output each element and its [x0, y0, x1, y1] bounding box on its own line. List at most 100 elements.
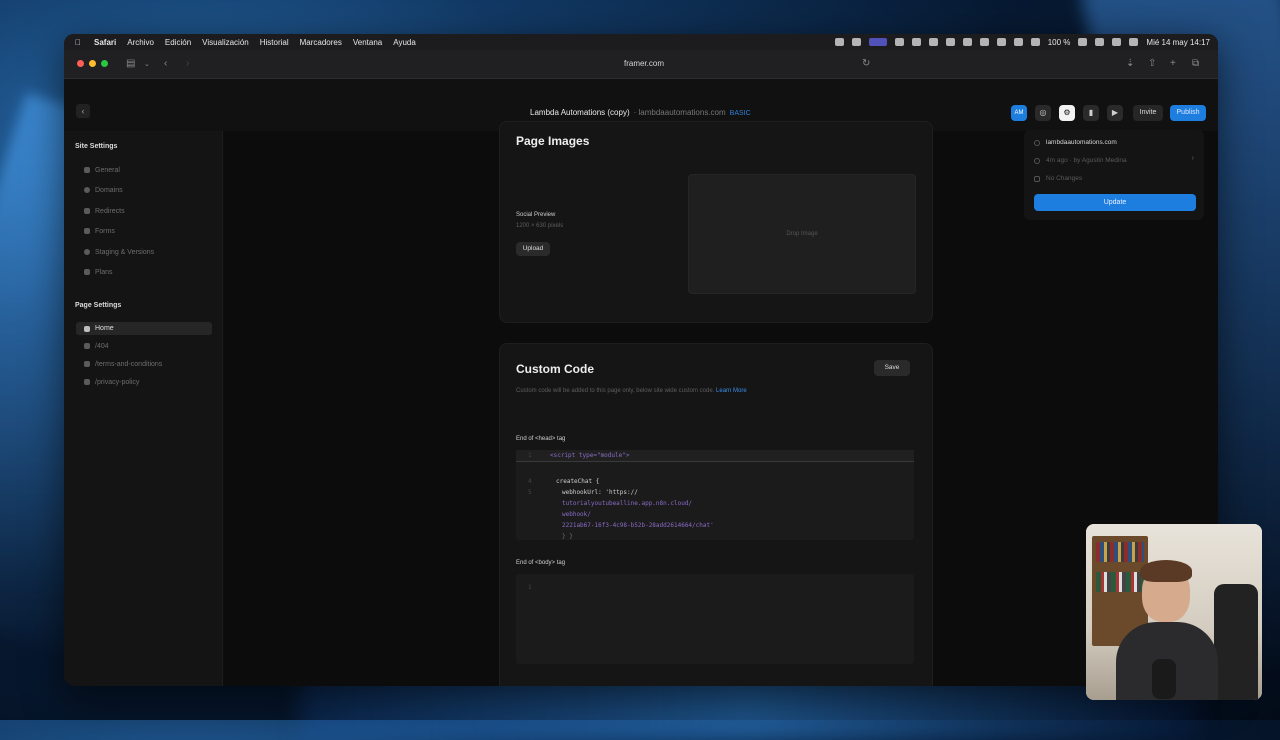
learn-more-link[interactable]: Learn More — [716, 388, 747, 394]
sidebar-item-domains[interactable]: Domains — [84, 184, 123, 196]
books — [1096, 542, 1144, 562]
upload-button[interactable]: Upload — [516, 242, 550, 256]
code-line: tutorialyoutubealline.app.n8n.cloud/ — [562, 500, 693, 507]
menu-ventana[interactable]: Ventana — [353, 38, 382, 47]
sidebar-item-general[interactable]: General — [84, 164, 120, 176]
sidebar-item-label: Staging & Versions — [95, 248, 155, 256]
chevron-down-icon[interactable]: ⌄ — [144, 60, 150, 68]
apple-icon[interactable]:  — [73, 38, 83, 47]
battery-percent: 100 % — [1047, 37, 1071, 47]
page-images-title: Page Images — [516, 134, 590, 148]
analytics-icon[interactable]: ▮ — [1083, 105, 1099, 121]
menu-ayuda[interactable]: Ayuda — [393, 38, 416, 47]
menu-marcadores[interactable]: Marcadores — [300, 38, 342, 47]
sidebar-item-plans[interactable]: Plans — [84, 266, 113, 278]
changes-text: No Changes — [1046, 175, 1083, 182]
zoom-window-button[interactable] — [101, 60, 108, 67]
share-icon[interactable]: ⇧ — [1148, 58, 1156, 69]
code-line: <script type="module"> — [550, 452, 630, 459]
status-icon[interactable] — [928, 38, 938, 46]
custom-code-card: Custom Code Save Custom code will be add… — [499, 343, 933, 686]
menu-app-name[interactable]: Safari — [94, 38, 116, 47]
head-code-editor[interactable]: 1 <script type="module"> 4 createChat { … — [516, 450, 914, 540]
sidebar-item-label: General — [95, 166, 120, 174]
back-to-canvas-button[interactable]: ‹ — [76, 104, 90, 118]
status-icon[interactable] — [834, 38, 844, 46]
sidebar-toggle-icon[interactable]: ▤ — [126, 58, 135, 69]
close-window-button[interactable] — [77, 60, 84, 67]
screen-record-icon[interactable] — [868, 38, 887, 46]
reload-icon[interactable]: ↻ — [862, 58, 870, 69]
head-code-label: End of <head> tag — [516, 436, 566, 442]
menu-edicion[interactable]: Edición — [165, 38, 191, 47]
clock-icon — [1034, 157, 1040, 164]
status-icon[interactable] — [962, 38, 972, 46]
globe-icon — [1034, 139, 1040, 146]
social-image-dropzone[interactable]: Drop Image — [688, 174, 916, 294]
laptop-screen:  Safari Archivo Edición Visualización H… — [64, 34, 1218, 686]
tab-overview-icon[interactable]: ⧉ — [1192, 58, 1199, 69]
sidebar-item-redirects[interactable]: Redirects — [84, 205, 125, 217]
code-line: createChat { — [556, 478, 600, 485]
menu-clock[interactable]: Mié 14 may 14:17 — [1146, 38, 1210, 47]
sidebar-item-label: Home — [95, 325, 114, 332]
control-center-icon[interactable] — [1129, 38, 1139, 46]
line-number: 1 — [528, 452, 532, 459]
plans-icon — [84, 269, 90, 275]
status-icon[interactable] — [894, 38, 904, 46]
page-icon — [84, 361, 90, 367]
preview-play-icon[interactable]: ▶ — [1107, 105, 1123, 121]
changes-row: No Changes — [1034, 175, 1082, 182]
wifi-icon[interactable] — [1095, 38, 1105, 46]
menu-archivo[interactable]: Archivo — [127, 38, 154, 47]
line-number: 1 — [528, 584, 532, 591]
publish-button[interactable]: Publish — [1170, 105, 1206, 121]
chevron-right-icon: › — [1191, 155, 1194, 162]
minimize-window-button[interactable] — [89, 60, 96, 67]
battery-icon[interactable] — [1078, 38, 1088, 46]
moon-icon[interactable] — [979, 38, 989, 46]
version-history-row[interactable]: 4m ago · by Agustin Medina — [1034, 157, 1127, 164]
sidebar-item-staging[interactable]: Staging & Versions — [84, 246, 154, 258]
sidebar-item-forms[interactable]: Forms — [84, 225, 115, 237]
sidebar-item-label: /privacy-policy — [95, 378, 140, 386]
download-icon[interactable]: ⇣ — [1126, 58, 1134, 69]
safari-toolbar: ▤ ⌄ ‹ › ☰ framer.com ↻ ⇣ ⇧ + ⧉ — [64, 50, 1218, 79]
spotlight-icon[interactable] — [1112, 38, 1122, 46]
new-tab-icon[interactable]: + — [1170, 58, 1176, 69]
menu-historial[interactable]: Historial — [260, 38, 289, 47]
bluetooth-icon[interactable] — [1030, 38, 1040, 46]
body-code-label: End of <body> tag — [516, 560, 566, 566]
invite-button[interactable]: Invite — [1133, 105, 1163, 121]
address-bar[interactable]: framer.com — [404, 56, 884, 72]
custom-code-description-text: Custom code will be added to this page o… — [516, 388, 715, 394]
body-code-editor[interactable]: 1 — [516, 574, 914, 664]
form-icon — [84, 228, 90, 234]
project-domain-text: lambdaautomations.com — [638, 108, 726, 117]
menu-visualizacion[interactable]: Visualización — [202, 38, 249, 47]
status-icon[interactable] — [945, 38, 955, 46]
update-button[interactable]: Update — [1034, 194, 1196, 211]
globe-icon[interactable]: ◎ — [1035, 105, 1051, 121]
published-domain-row[interactable]: lambdaautomations.com — [1034, 139, 1117, 146]
page-settings-heading: Page Settings — [75, 302, 122, 309]
sidebar-item-label: /404 — [95, 342, 109, 350]
staging-icon — [84, 249, 90, 255]
settings-gear-icon[interactable]: ⚙ — [1059, 105, 1075, 121]
avatar[interactable]: AM — [1011, 105, 1027, 121]
sidebar-item-terms[interactable]: /terms-and-conditions — [84, 358, 162, 370]
sidebar-item-404[interactable]: /404 — [84, 340, 109, 352]
status-icon[interactable] — [911, 38, 921, 46]
status-icon[interactable] — [851, 38, 861, 46]
forward-icon[interactable]: › — [186, 58, 189, 69]
settings-sidebar: Site Settings General Domains Redirects … — [64, 131, 223, 686]
save-button[interactable]: Save — [874, 360, 910, 376]
globe-icon — [84, 187, 90, 193]
status-icon[interactable] — [996, 38, 1006, 46]
volume-icon[interactable] — [1013, 38, 1023, 46]
sidebar-item-label: Domains — [95, 186, 123, 194]
back-icon[interactable]: ‹ — [164, 58, 167, 69]
sidebar-item-privacy[interactable]: /privacy-policy — [84, 376, 139, 388]
sidebar-item-home[interactable]: Home — [76, 322, 212, 335]
project-title[interactable]: Lambda Automations (copy) · lambdaautomat… — [530, 108, 751, 117]
